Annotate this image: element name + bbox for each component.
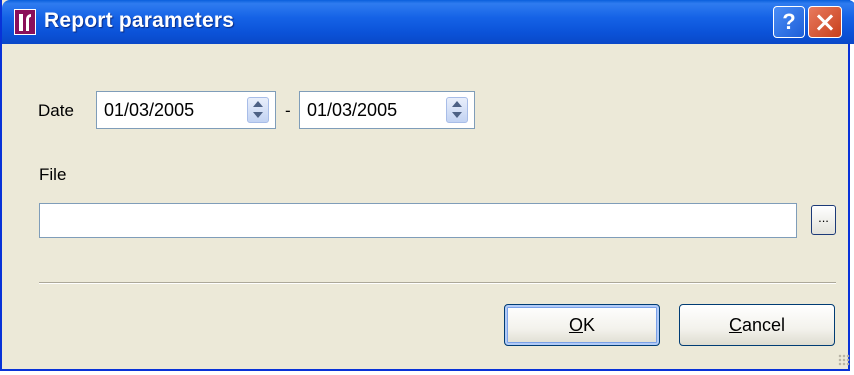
report-parameters-dialog: Report parameters ? Date 01/03/2005 - 01… [0, 0, 854, 371]
window-title: Report parameters [44, 9, 235, 32]
close-icon[interactable] [808, 6, 842, 38]
spin-down-icon[interactable] [452, 112, 462, 118]
date-from-value[interactable]: 01/03/2005 [104, 100, 194, 121]
file-label: File [39, 165, 67, 184]
cancel-label-rest: ancel [741, 315, 786, 335]
date-label: Date [38, 101, 74, 120]
resize-grip-icon[interactable] [838, 354, 850, 366]
spin-down-icon[interactable] [253, 112, 263, 118]
date-range-separator: - [285, 101, 291, 120]
help-button[interactable]: ? [773, 6, 805, 38]
ok-mnemonic: O [568, 315, 583, 335]
spin-up-down-icon[interactable] [446, 97, 468, 123]
title-bar[interactable]: Report parameters ? [2, 0, 854, 44]
spin-up-icon[interactable] [253, 101, 263, 107]
file-path-input[interactable] [39, 203, 797, 238]
browse-button[interactable]: ... [811, 205, 836, 235]
date-to-picker[interactable]: 01/03/2005 [299, 91, 475, 129]
cancel-button[interactable]: Cancel [679, 304, 835, 346]
app-logo-icon [14, 9, 36, 35]
spin-up-down-icon[interactable] [247, 97, 269, 123]
ok-label-rest: K [583, 315, 596, 335]
date-to-value[interactable]: 01/03/2005 [307, 100, 397, 121]
date-from-picker[interactable]: 01/03/2005 [96, 91, 276, 129]
spin-up-icon[interactable] [452, 101, 462, 107]
separator [39, 282, 836, 284]
cancel-mnemonic: C [728, 315, 742, 335]
ok-button[interactable]: OK [504, 304, 660, 346]
